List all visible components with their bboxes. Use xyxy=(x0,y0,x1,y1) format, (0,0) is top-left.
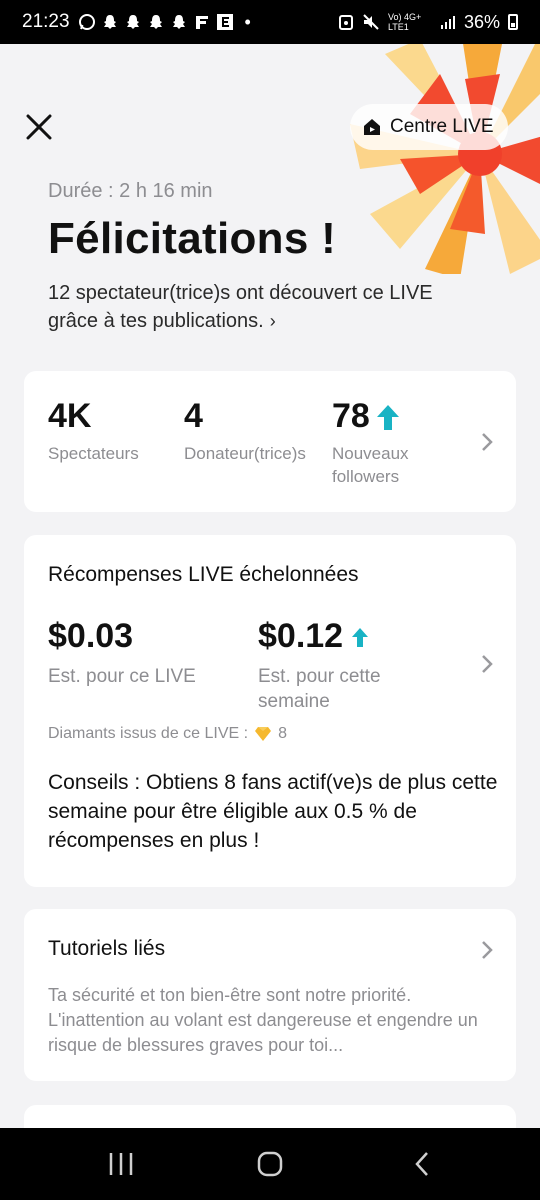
rewards-tip: Conseils : Obtiens 8 fans actif(ve)s de … xyxy=(48,771,498,852)
dot-icon: • xyxy=(244,11,251,32)
home-live-icon xyxy=(364,119,380,135)
system-icons: Vo) 4G+ LTE1 36% xyxy=(338,12,518,33)
centre-live-label: Centre LIVE xyxy=(390,116,494,137)
rewards-title: Récompenses LIVE échelonnées xyxy=(48,563,359,586)
reward-label: Est. pour ce LIVE xyxy=(48,666,196,687)
battery-percent: 36% xyxy=(463,11,500,32)
alarm-icon xyxy=(338,15,353,30)
diamond-icon xyxy=(255,727,272,741)
discovery-subtitle-link[interactable]: 12 spectateur(trice)s ont découvert ce L… xyxy=(48,279,478,335)
snapchat-icon xyxy=(126,15,139,29)
chevron-right-icon: › xyxy=(269,311,276,331)
snapchat-icon xyxy=(103,15,116,29)
network-text: Vo) 4G+ LTE1 xyxy=(387,12,422,32)
stat-label: Nouveaux followers xyxy=(332,444,409,486)
stat-donors: 4 Donateur(trice)s xyxy=(184,397,306,465)
status-bar: 21:23 • Vo) 4G+ LTE1 36% xyxy=(0,0,540,44)
reward-value: $0.03 xyxy=(48,617,134,655)
notification-icons: • xyxy=(78,12,251,33)
stat-label: Donateur(trice)s xyxy=(184,444,306,463)
back-icon[interactable] xyxy=(412,1150,432,1178)
rewards-details-chevron[interactable] xyxy=(480,653,494,675)
recent-apps-icon[interactable] xyxy=(108,1150,134,1178)
centre-live-button[interactable]: Centre LIVE xyxy=(350,104,508,150)
chevron-right-icon xyxy=(482,433,493,451)
snapchat-icon xyxy=(172,15,185,29)
signal-icon xyxy=(440,16,455,29)
diamonds-row: Diamants issus de ce LIVE : 8 xyxy=(48,725,287,743)
live-stats-card[interactable]: 4K Spectateurs 4 Donateur(trice)s 78 Nou… xyxy=(24,371,516,512)
close-button[interactable] xyxy=(24,112,54,142)
home-icon[interactable] xyxy=(257,1150,283,1178)
tutorials-title: Tutoriels liés xyxy=(48,937,166,960)
reward-label: Est. pour cette semaine xyxy=(258,666,381,712)
related-tutorials-card[interactable]: Tutoriels liés Ta sécurité et ton bien-ê… xyxy=(24,909,516,1081)
system-navigation-bar xyxy=(0,1128,540,1200)
chevron-right-icon xyxy=(482,941,493,959)
app-f-icon xyxy=(195,16,208,29)
snapchat-icon xyxy=(149,15,162,29)
stat-label: Spectateurs xyxy=(48,444,139,463)
live-rewards-card: Récompenses LIVE échelonnées $0.03 Est. … xyxy=(24,535,516,887)
page-title: Félicitations ! xyxy=(48,214,337,263)
reward-week-estimate: $0.12 Est. pour cette semaine xyxy=(258,617,438,714)
whatsapp-icon xyxy=(78,14,95,30)
reward-live-estimate: $0.03 Est. pour ce LIVE xyxy=(48,617,228,689)
status-time: 21:23 xyxy=(22,11,70,32)
stat-value: 4K xyxy=(48,397,92,435)
discovery-subtitle-text: 12 spectateur(trice)s ont découvert ce L… xyxy=(48,282,433,332)
diamonds-label: Diamants issus de ce LIVE : xyxy=(48,725,249,742)
stat-value: 78 xyxy=(332,397,370,435)
stat-new-followers: 78 Nouveaux followers xyxy=(332,397,452,488)
arrow-up-icon xyxy=(376,404,399,430)
battery-icon xyxy=(508,14,518,30)
decorative-starburst xyxy=(320,44,540,274)
app-e-icon xyxy=(216,14,233,30)
live-duration: Durée : 2 h 16 min xyxy=(48,180,213,202)
mute-icon xyxy=(363,14,379,30)
tutorials-text: Ta sécurité et ton bien-être sont notre … xyxy=(48,985,478,1055)
arrow-up-icon xyxy=(352,627,369,647)
stat-viewers: 4K Spectateurs xyxy=(48,397,139,465)
stat-value: 4 xyxy=(184,397,203,435)
diamonds-count: 8 xyxy=(278,725,287,742)
reward-value: $0.12 xyxy=(258,617,344,655)
